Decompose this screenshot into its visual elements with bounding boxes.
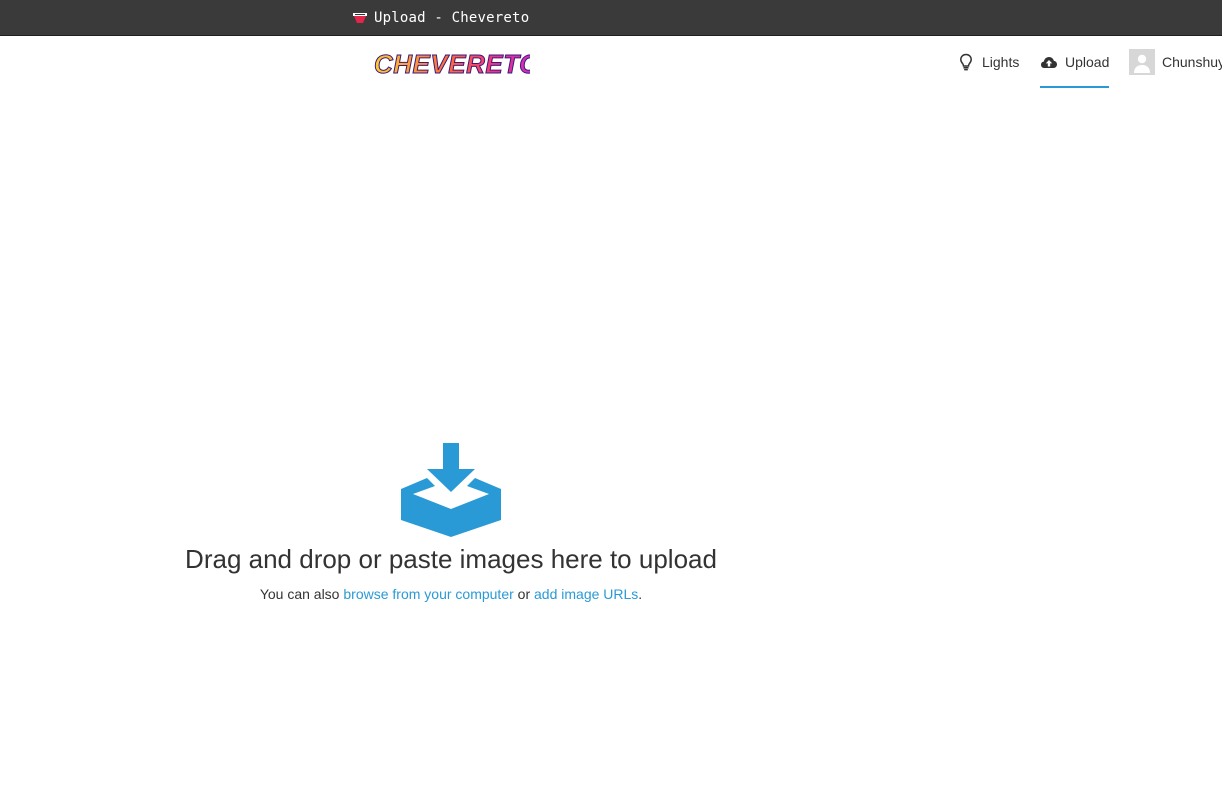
dropzone-subtext: You can also browse from your computer o… <box>150 586 752 602</box>
user-avatar-icon <box>1134 54 1150 73</box>
lightbulb-icon <box>960 53 972 71</box>
subtext-prefix: You can also <box>259 586 340 602</box>
cloud-upload-icon <box>1041 57 1057 68</box>
upload-label: Upload <box>1065 54 1110 70</box>
tab-title: Upload - Chevereto <box>374 10 530 26</box>
lights-label: Lights <box>982 54 1020 70</box>
add-image-urls-link[interactable]: add image URLs <box>534 586 638 602</box>
subtext-suffix: . <box>638 586 643 602</box>
logo-text: CHEVERETO <box>374 49 530 79</box>
upload-button[interactable]: Upload <box>1040 38 1110 88</box>
subtext-middle: or <box>517 586 531 602</box>
chevereto-favicon-icon <box>353 13 367 23</box>
window-titlebar: Upload - Chevereto <box>0 0 1222 36</box>
dropzone-heading: Drag and drop or paste images here to up… <box>185 544 717 574</box>
tray-download-icon <box>401 443 501 537</box>
site-header: CHEVERETO Lights Upload Chunshuy <box>0 36 1222 88</box>
lights-button[interactable]: Lights <box>957 36 1019 88</box>
nav-lights[interactable]: Lights <box>957 36 1019 88</box>
user-menu-button[interactable]: Chunshuy <box>1129 36 1222 88</box>
chevereto-logo[interactable]: CHEVERETO <box>372 46 531 80</box>
upload-dropzone[interactable]: Drag and drop or paste images here to up… <box>150 440 752 620</box>
user-name-label: Chunshuy <box>1162 54 1222 70</box>
avatar <box>1129 49 1155 75</box>
browser-tab[interactable]: Upload - Chevereto <box>352 10 529 26</box>
nav-upload[interactable]: Upload <box>1040 36 1110 88</box>
nav-user[interactable]: Chunshuy <box>1129 36 1222 88</box>
browse-computer-link[interactable]: browse from your computer <box>343 586 513 602</box>
